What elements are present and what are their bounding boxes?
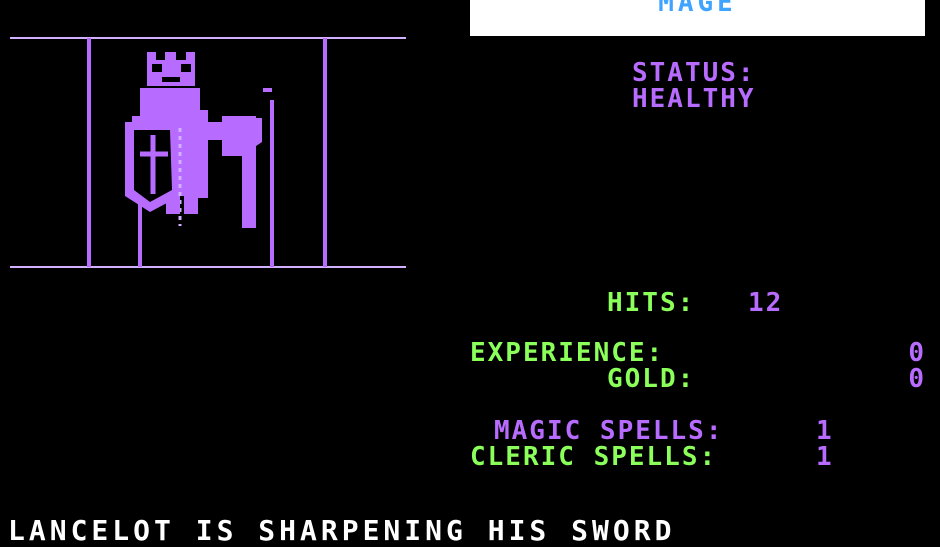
cleric-spells-label: CLERIC SPELLS: [470,442,718,472]
class-title: MAGE [658,0,737,18]
gold-label: GOLD: [607,364,696,394]
experience-value: 0 [908,338,926,368]
status-value: HEALTHY [632,84,756,114]
magic-spells-value: 1 [816,416,834,446]
game-screen: MAGE STATUS: HEALTHY HITS: 12 EXPERIENCE… [0,0,940,547]
cleric-spells-value: 1 [816,442,834,472]
title-banner: MAGE [470,0,925,36]
knight-portrait-icon [10,37,406,268]
hits-label: HITS: [607,288,696,318]
status-message: LANCELOT IS SHARPENING HIS SWORD [8,514,676,547]
hits-value: 12 [748,288,784,318]
status-label: STATUS: [632,58,756,88]
magic-spells-label: MAGIC SPELLS: [494,416,724,446]
character-portrait [0,30,420,280]
gold-value: 0 [908,364,926,394]
experience-label: EXPERIENCE: [470,338,665,368]
